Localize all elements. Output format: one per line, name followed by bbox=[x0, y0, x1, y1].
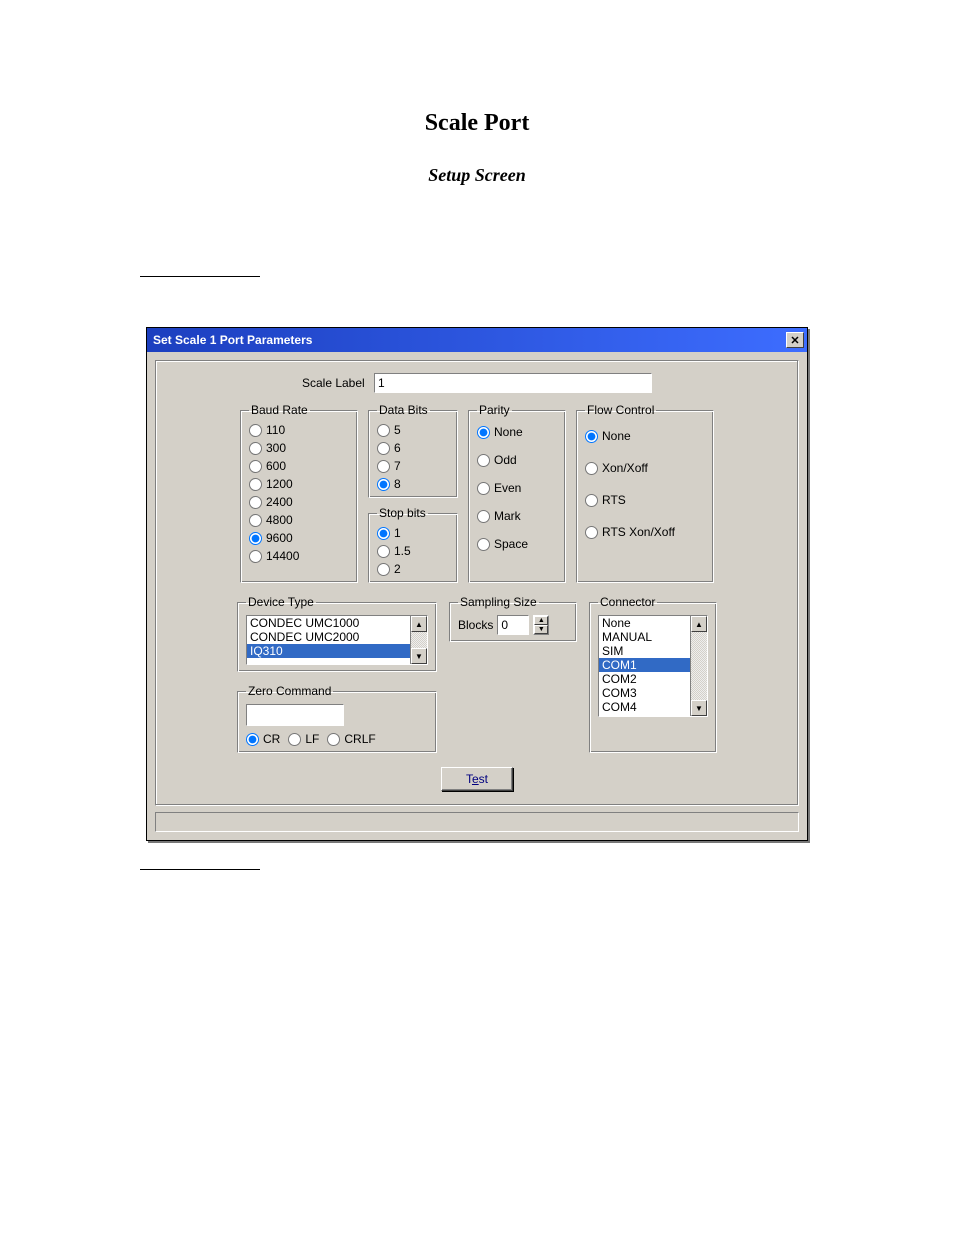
test-row: Test bbox=[164, 753, 790, 797]
baud-1200[interactable]: 1200 bbox=[249, 477, 349, 491]
baud-rate-group: Baud Rate 110 300 600 1200 2400 4800 960… bbox=[240, 403, 358, 583]
parity-none[interactable]: None bbox=[477, 425, 557, 439]
baud-300[interactable]: 300 bbox=[249, 441, 349, 455]
sampling-size-group: Sampling Size Blocks ▲ ▼ bbox=[449, 595, 577, 642]
row-two: Device Type CONDEC UMC1000 CONDEC UMC200… bbox=[164, 595, 790, 753]
titlebar: Set Scale 1 Port Parameters ✕ bbox=[147, 328, 807, 352]
zero-cr[interactable]: CR bbox=[246, 732, 280, 746]
close-icon[interactable]: ✕ bbox=[786, 332, 804, 348]
zero-command-legend: Zero Command bbox=[246, 684, 333, 698]
baud-14400[interactable]: 14400 bbox=[249, 549, 349, 563]
scroll-track[interactable] bbox=[411, 632, 427, 648]
connector-item[interactable]: COM1 bbox=[599, 658, 690, 672]
zero-crlf[interactable]: CRLF bbox=[327, 732, 375, 746]
data-bits-legend: Data Bits bbox=[377, 403, 430, 417]
baud-9600[interactable]: 9600 bbox=[249, 531, 349, 545]
connector-item[interactable]: MANUAL bbox=[599, 630, 690, 644]
parity-even[interactable]: Even bbox=[477, 481, 557, 495]
databits-5[interactable]: 5 bbox=[377, 423, 449, 437]
scale-label-input[interactable] bbox=[374, 373, 652, 393]
middle-column: Data Bits 5 6 7 8 Stop bits 1 1.5 bbox=[368, 403, 458, 583]
parity-odd[interactable]: Odd bbox=[477, 453, 557, 467]
blocks-spinner[interactable]: ▲ ▼ bbox=[533, 615, 549, 635]
test-button[interactable]: Test bbox=[441, 767, 513, 791]
connector-item[interactable]: SIM bbox=[599, 644, 690, 658]
main-panel: Scale Label Baud Rate 110 300 600 1200 2… bbox=[155, 360, 799, 806]
flow-control-legend: Flow Control bbox=[585, 403, 656, 417]
scale-port-dialog: Set Scale 1 Port Parameters ✕ Scale Labe… bbox=[146, 327, 808, 841]
scroll-track[interactable] bbox=[691, 632, 707, 700]
device-item[interactable]: CONDEC UMC1000 bbox=[247, 616, 410, 630]
flow-xonxoff[interactable]: Xon/Xoff bbox=[585, 461, 705, 475]
flow-control-group: Flow Control None Xon/Xoff RTS RTS Xon/X… bbox=[576, 403, 714, 583]
dialog-client: Scale Label Baud Rate 110 300 600 1200 2… bbox=[147, 352, 807, 840]
connector-legend: Connector bbox=[598, 595, 657, 609]
stop-bits-group: Stop bits 1 1.5 2 bbox=[368, 506, 458, 583]
device-item[interactable]: CONDEC UMC2000 bbox=[247, 630, 410, 644]
baud-110[interactable]: 110 bbox=[249, 423, 349, 437]
device-type-legend: Device Type bbox=[246, 595, 316, 609]
parity-space[interactable]: Space bbox=[477, 537, 557, 551]
device-type-listbox[interactable]: CONDEC UMC1000 CONDEC UMC2000 IQ310 ▲ ▼ bbox=[246, 615, 428, 665]
connector-group: Connector None MANUAL SIM COM1 COM2 COM3… bbox=[589, 595, 717, 753]
baud-600[interactable]: 600 bbox=[249, 459, 349, 473]
connector-listbox[interactable]: None MANUAL SIM COM1 COM2 COM3 COM4 ▲ ▼ bbox=[598, 615, 708, 717]
scrollbar[interactable]: ▲ ▼ bbox=[410, 616, 427, 664]
stopbits-2[interactable]: 2 bbox=[377, 562, 449, 576]
connector-item[interactable]: COM3 bbox=[599, 686, 690, 700]
spinner-up-icon[interactable]: ▲ bbox=[534, 616, 548, 625]
blocks-label: Blocks bbox=[458, 618, 493, 632]
stopbits-1-5[interactable]: 1.5 bbox=[377, 544, 449, 558]
device-type-group: Device Type CONDEC UMC1000 CONDEC UMC200… bbox=[237, 595, 437, 672]
parity-legend: Parity bbox=[477, 403, 512, 417]
divider bbox=[140, 869, 260, 870]
connector-item[interactable]: None bbox=[599, 616, 690, 630]
databits-6[interactable]: 6 bbox=[377, 441, 449, 455]
page-subtitle: Setup Screen bbox=[0, 165, 954, 186]
zero-lf[interactable]: LF bbox=[288, 732, 319, 746]
baud-4800[interactable]: 4800 bbox=[249, 513, 349, 527]
window-title: Set Scale 1 Port Parameters bbox=[153, 333, 312, 347]
databits-8[interactable]: 8 bbox=[377, 477, 449, 491]
zero-command-group: Zero Command CR LF CRLF bbox=[237, 684, 437, 753]
connector-item[interactable]: COM4 bbox=[599, 700, 690, 714]
flow-none[interactable]: None bbox=[585, 429, 705, 443]
data-bits-group: Data Bits 5 6 7 8 bbox=[368, 403, 458, 498]
divider bbox=[140, 276, 260, 277]
scale-label-row: Scale Label bbox=[164, 369, 790, 403]
connector-item[interactable]: COM2 bbox=[599, 672, 690, 686]
baud-rate-legend: Baud Rate bbox=[249, 403, 310, 417]
spinner-down-icon[interactable]: ▼ bbox=[534, 625, 548, 634]
scroll-down-icon[interactable]: ▼ bbox=[411, 648, 427, 664]
sampling-size-legend: Sampling Size bbox=[458, 595, 539, 609]
statusbar bbox=[155, 812, 799, 832]
scroll-up-icon[interactable]: ▲ bbox=[691, 616, 707, 632]
groups-row: Baud Rate 110 300 600 1200 2400 4800 960… bbox=[164, 403, 790, 583]
page-title: Scale Port bbox=[0, 110, 954, 137]
stopbits-1[interactable]: 1 bbox=[377, 526, 449, 540]
flow-rts-xonxoff[interactable]: RTS Xon/Xoff bbox=[585, 525, 705, 539]
scroll-up-icon[interactable]: ▲ bbox=[411, 616, 427, 632]
baud-2400[interactable]: 2400 bbox=[249, 495, 349, 509]
flow-rts[interactable]: RTS bbox=[585, 493, 705, 507]
device-item[interactable]: IQ310 bbox=[247, 644, 410, 658]
scrollbar[interactable]: ▲ ▼ bbox=[690, 616, 707, 716]
zero-command-input[interactable] bbox=[246, 704, 344, 726]
blocks-input[interactable] bbox=[497, 615, 529, 635]
scroll-down-icon[interactable]: ▼ bbox=[691, 700, 707, 716]
parity-group: Parity None Odd Even Mark Space bbox=[468, 403, 566, 583]
databits-7[interactable]: 7 bbox=[377, 459, 449, 473]
stop-bits-legend: Stop bits bbox=[377, 506, 428, 520]
parity-mark[interactable]: Mark bbox=[477, 509, 557, 523]
scale-label-label: Scale Label bbox=[302, 376, 365, 390]
